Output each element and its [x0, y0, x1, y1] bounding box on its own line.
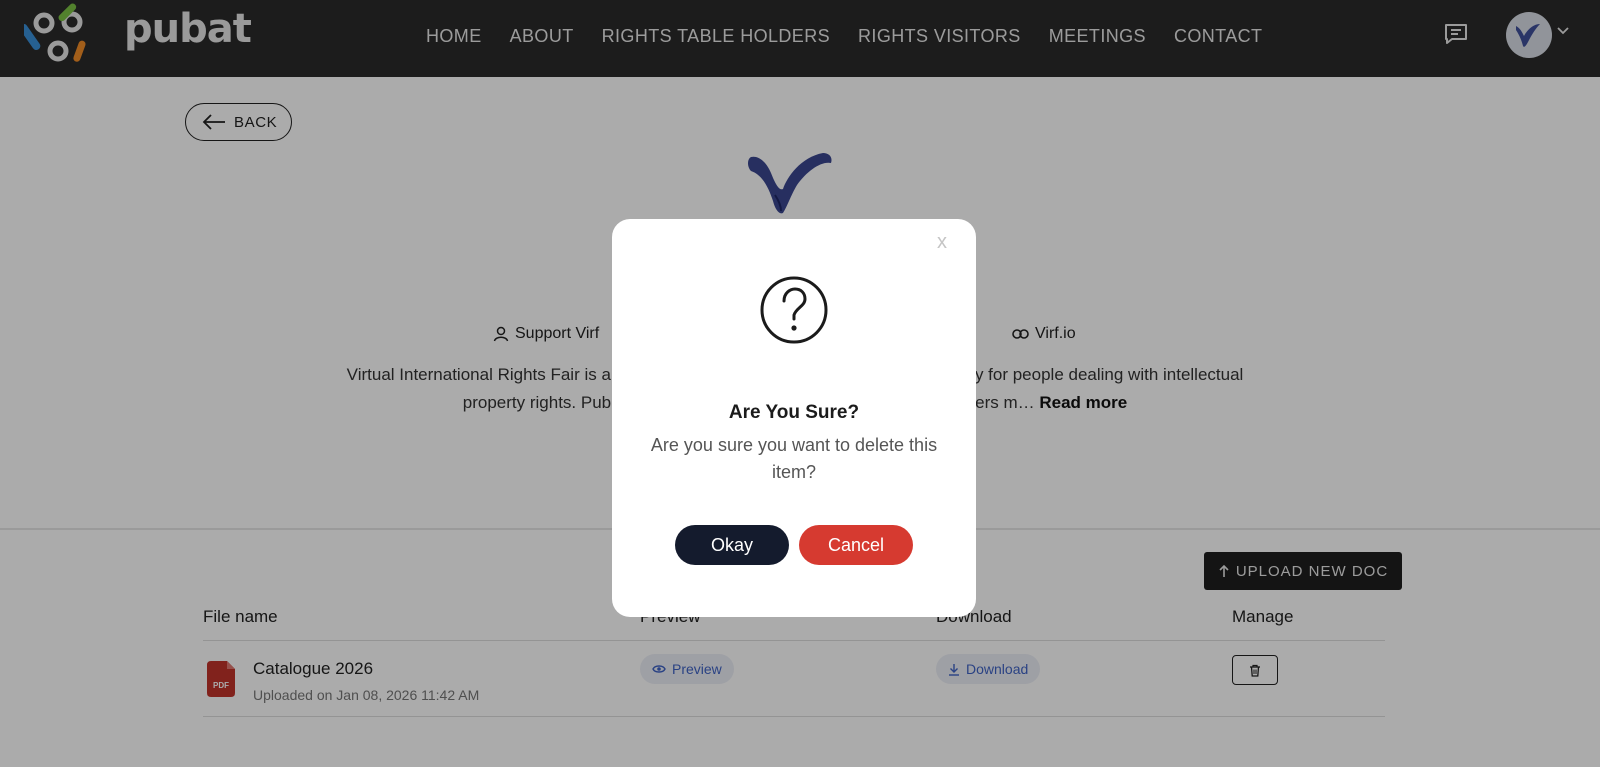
close-icon[interactable]: x — [937, 231, 947, 254]
okay-button[interactable]: Okay — [675, 525, 789, 565]
question-circle-icon — [760, 276, 828, 344]
modal-backdrop[interactable]: x Are You Sure? Are you sure you want to… — [0, 0, 1600, 767]
cancel-button[interactable]: Cancel — [799, 525, 913, 565]
modal-message: Are you sure you want to delete this ite… — [650, 435, 938, 482]
confirm-delete-dialog: x Are You Sure? Are you sure you want to… — [612, 219, 976, 617]
modal-title: Are You Sure? — [728, 402, 860, 423]
